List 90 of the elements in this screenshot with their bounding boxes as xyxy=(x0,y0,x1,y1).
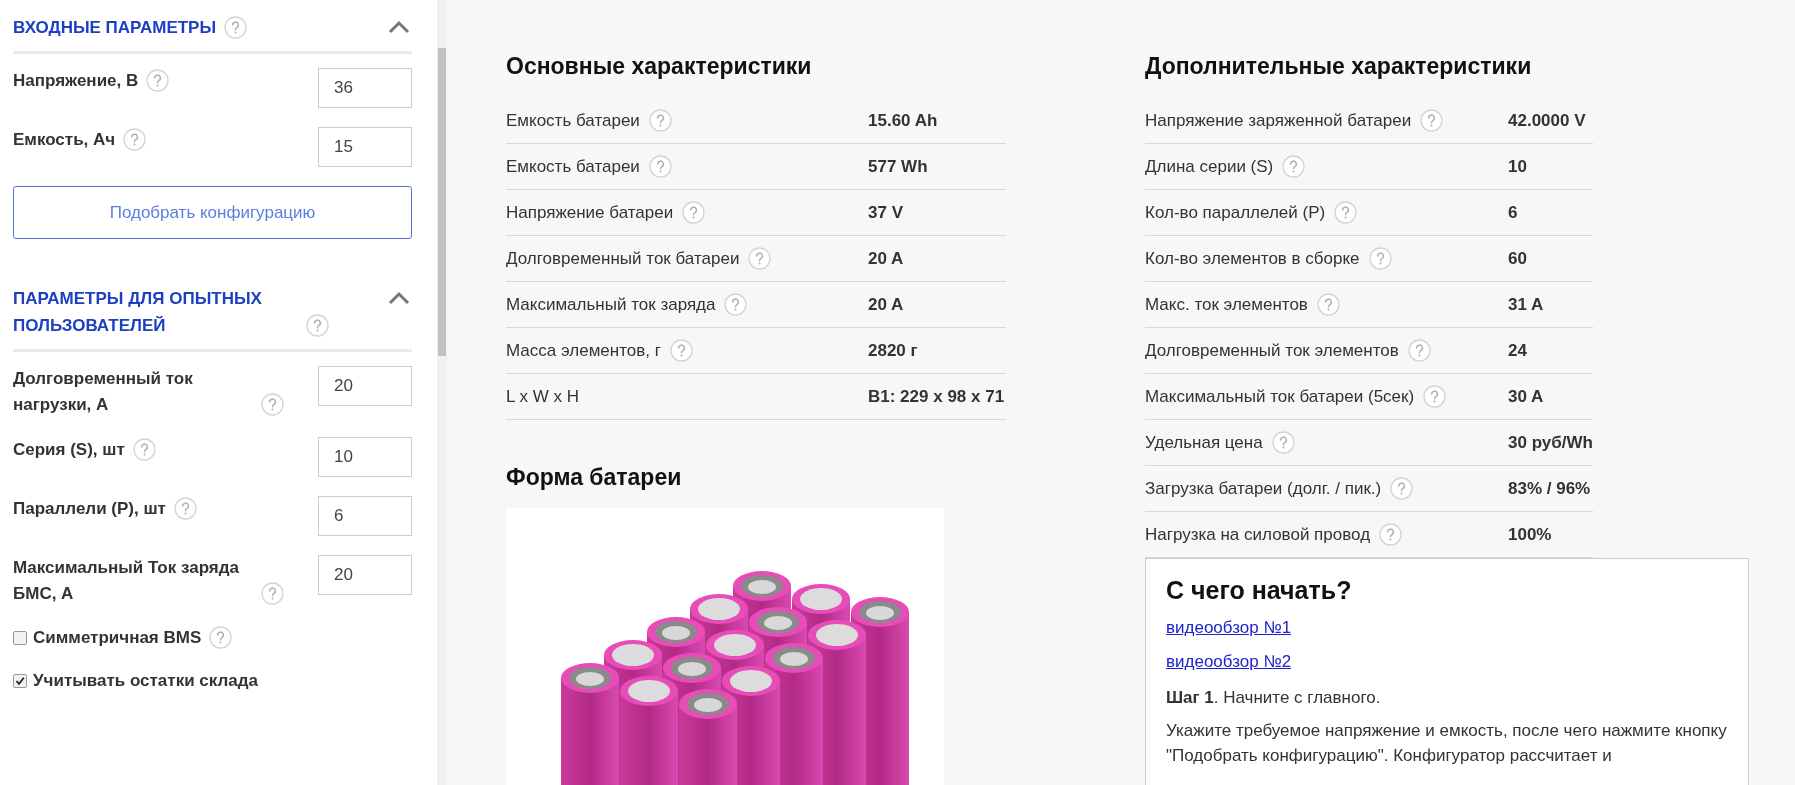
chevron-up-icon[interactable] xyxy=(388,291,410,306)
paragraph: Шаг 1. Начните с главного. xyxy=(1166,687,1382,709)
help-icon[interactable] xyxy=(1282,155,1306,178)
help-icon[interactable] xyxy=(648,109,672,132)
spec-label: Максимальный ток заряда xyxy=(506,294,716,315)
help-icon[interactable] xyxy=(682,201,706,224)
spec-label: Напряжение заряженной батареи xyxy=(1145,110,1412,131)
spec-label: Удельная цена xyxy=(1145,432,1263,453)
spec-value: B1: 229 x 98 x 71 xyxy=(868,386,1005,407)
spec-label: L x W x H xyxy=(506,386,580,407)
help-icon[interactable] xyxy=(209,626,233,649)
section-title: ПАРАМЕТРЫ ДЛЯ ОПЫТНЫХ ПОЛЬЗОВАТЕЛЕЙ xyxy=(13,288,263,337)
video-link[interactable]: видеообзор №1 xyxy=(1166,617,1292,639)
help-icon[interactable] xyxy=(261,582,284,605)
spec-label: Масса элементов, г xyxy=(506,340,661,361)
spec-label: Макс. ток элементов xyxy=(1145,294,1308,315)
spec-label: Загрузка батареи (долг. / пик.) xyxy=(1145,478,1382,499)
spec-label: Долговременный ток элементов xyxy=(1145,340,1399,361)
field-label: Емкость, Ач xyxy=(13,129,116,151)
field-label: Долговременный ток нагрузки, А xyxy=(13,368,194,416)
help-icon[interactable] xyxy=(669,339,693,362)
spec-label: Емкость батареи xyxy=(506,156,640,177)
spec-value: 10 xyxy=(1508,156,1527,177)
spec-label: Длина серии (S) xyxy=(1145,156,1274,177)
spec-value: 15.60 Ah xyxy=(868,110,938,131)
help-icon[interactable] xyxy=(224,16,248,39)
spec-value: 2820 г xyxy=(868,340,918,361)
help-icon[interactable] xyxy=(146,69,170,92)
help-icon[interactable] xyxy=(261,393,284,416)
scrollbar[interactable] xyxy=(437,0,447,785)
spec-value: 42.0000 V xyxy=(1508,110,1586,131)
spec-label: Напряжение батареи xyxy=(506,202,674,223)
spec-value: 577 Wh xyxy=(868,156,928,177)
input-field[interactable]: 36 xyxy=(318,68,412,108)
help-icon[interactable] xyxy=(724,293,748,316)
spec-value: 24 xyxy=(1508,340,1527,361)
help-icon[interactable] xyxy=(173,497,197,520)
spec-value: 60 xyxy=(1508,248,1527,269)
select-configuration-button[interactable]: Подобрать конфигурацию xyxy=(13,186,412,239)
section-heading: Дополнительные характеристики xyxy=(1145,52,1533,81)
help-icon[interactable] xyxy=(1423,385,1447,408)
help-icon[interactable] xyxy=(1379,523,1403,546)
help-icon[interactable] xyxy=(1368,247,1392,270)
spec-value: 31 A xyxy=(1508,294,1544,315)
spec-value: 20 A xyxy=(868,248,904,269)
chevron-up-icon[interactable] xyxy=(388,20,410,35)
spec-value: 30 A xyxy=(1508,386,1544,407)
spec-label: Нагрузка на силовой провод xyxy=(1145,524,1371,545)
help-icon[interactable] xyxy=(306,314,329,337)
help-icon[interactable] xyxy=(1271,431,1295,454)
input-field[interactable]: 15 xyxy=(318,127,412,167)
checkbox[interactable] xyxy=(13,630,27,645)
help-icon[interactable] xyxy=(1390,477,1414,500)
spec-label: Емкость батареи xyxy=(506,110,640,131)
spec-label: Максимальный ток батареи (5сек) xyxy=(1145,386,1415,407)
checkbox-label: Учитывать остатки склада xyxy=(33,671,258,691)
field-label: Параллели (P), шт xyxy=(13,498,166,520)
spec-value: 100% xyxy=(1508,524,1552,545)
card-title: С чего начать? xyxy=(1166,575,1353,606)
spec-label: Долговременный ток батареи xyxy=(506,248,740,269)
input-field[interactable]: 20 xyxy=(318,555,412,595)
spec-label: Кол-во параллелей (P) xyxy=(1145,202,1326,223)
spec-value: 20 A xyxy=(868,294,904,315)
video-link[interactable]: видеообзор №2 xyxy=(1166,651,1292,673)
field-label: Серия (S), шт xyxy=(13,439,125,461)
help-icon[interactable] xyxy=(648,155,672,178)
scrollbar-thumb[interactable] xyxy=(438,48,446,356)
input-field[interactable]: 20 xyxy=(318,366,412,406)
input-field[interactable]: 10 xyxy=(318,437,412,477)
help-icon[interactable] xyxy=(132,438,156,461)
help-icon[interactable] xyxy=(1420,109,1444,132)
spec-label: Кол-во элементов в сборке xyxy=(1145,248,1360,269)
help-icon[interactable] xyxy=(123,128,147,151)
section-title: ВХОДНЫЕ ПАРАМЕТРЫ xyxy=(13,17,217,39)
help-icon[interactable] xyxy=(1407,339,1431,362)
help-icon[interactable] xyxy=(1334,201,1358,224)
checkbox-label: Симметричная BMS xyxy=(33,627,202,648)
spec-value: 37 V xyxy=(868,202,903,223)
field-label: Напряжение, В xyxy=(13,70,139,92)
section-heading: Форма батареи xyxy=(506,463,683,492)
checkbox[interactable] xyxy=(13,674,27,688)
spec-value: 83% / 96% xyxy=(1508,478,1591,499)
section-heading: Основные характеристики xyxy=(506,52,813,81)
paragraph: Укажите требуемое напряжение и емкость, после чего нажмите кнопку "Подобрать конфигурацию". Конфигуратор рассчитает и xyxy=(1166,720,1728,767)
spec-value: 30 руб/Wh xyxy=(1508,432,1593,453)
help-icon[interactable] xyxy=(748,247,772,270)
help-icon[interactable] xyxy=(1316,293,1340,316)
field-label: Максимальный Ток заряда БМС, А xyxy=(13,557,240,605)
spec-value: 6 xyxy=(1508,202,1518,223)
input-field[interactable]: 6 xyxy=(318,496,412,536)
